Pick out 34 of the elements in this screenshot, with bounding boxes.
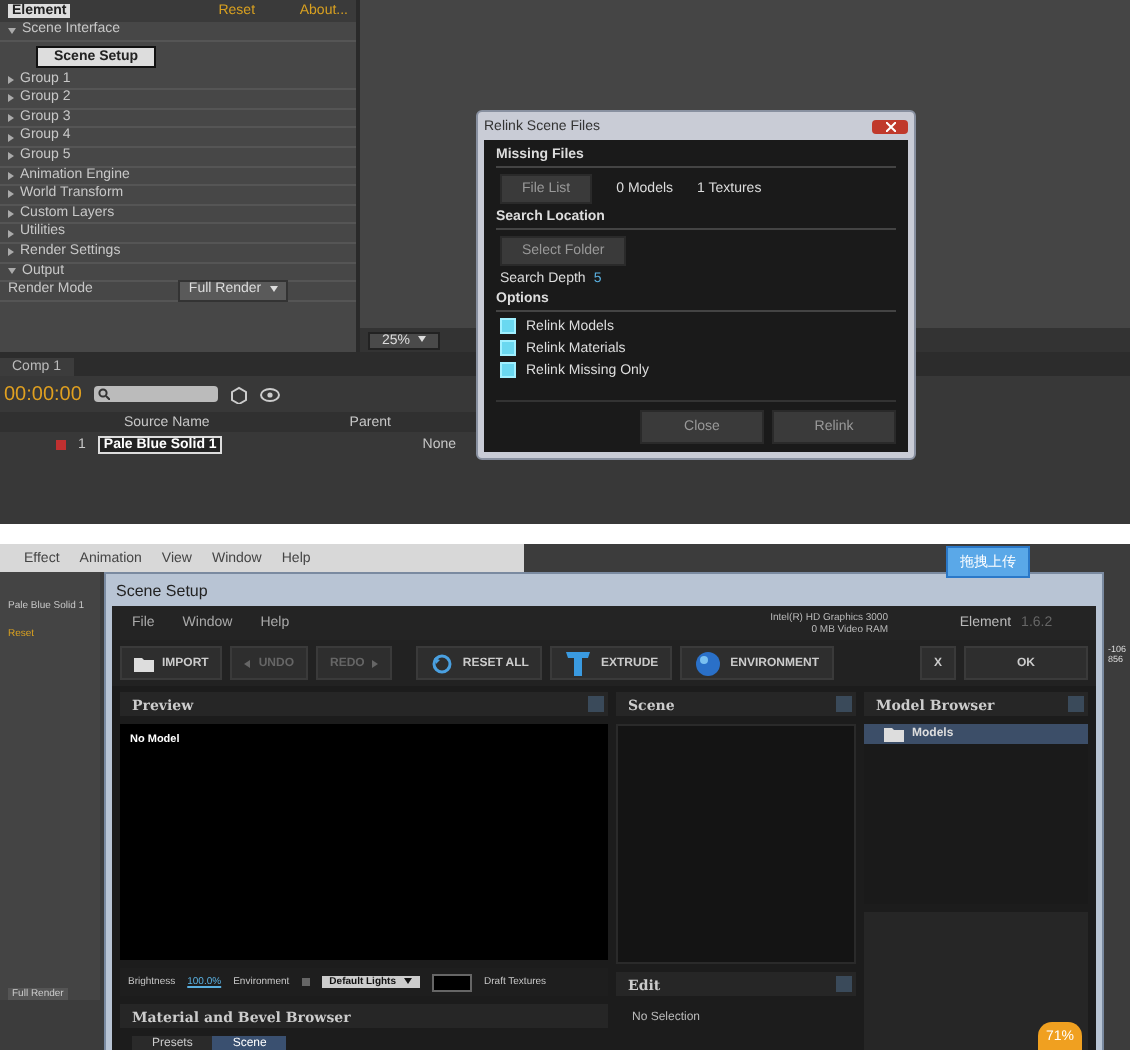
- disclosure-triangle-icon[interactable]: [8, 114, 14, 123]
- disclosure-triangle-icon[interactable]: [8, 229, 14, 238]
- globe-icon: [694, 649, 723, 678]
- timecode: 00:00:00: [4, 383, 82, 405]
- disclosure-triangle-icon[interactable]: [8, 190, 14, 199]
- checkbox[interactable]: [500, 318, 516, 334]
- chevron-right-icon: [372, 659, 379, 668]
- eye-icon[interactable]: [259, 387, 280, 401]
- search-field[interactable]: [93, 386, 218, 402]
- disclosure-triangle-icon[interactable]: [8, 94, 14, 103]
- caret-icon: [418, 336, 427, 343]
- disclosure-triangle-icon[interactable]: [8, 248, 14, 257]
- checkbox[interactable]: [500, 340, 516, 356]
- close-icon: [885, 121, 895, 131]
- window-title: Scene Setup: [116, 581, 208, 599]
- window-close-button[interactable]: [872, 119, 908, 133]
- disclosure-triangle-icon[interactable]: [8, 27, 16, 34]
- caret-icon: [404, 978, 413, 985]
- disclosure-triangle-icon[interactable]: [8, 171, 14, 180]
- caret-icon: [269, 285, 278, 292]
- disclosure-triangle-icon[interactable]: [8, 268, 16, 275]
- disclosure-triangle-icon[interactable]: [8, 75, 14, 84]
- disclosure-triangle-icon[interactable]: [8, 133, 14, 142]
- disclosure-triangle-icon[interactable]: [8, 152, 14, 161]
- color-swatch[interactable]: [432, 973, 473, 991]
- environment-toggle[interactable]: [301, 978, 310, 986]
- label-color-swatch[interactable]: [56, 439, 66, 449]
- checkbox[interactable]: [500, 362, 516, 378]
- folder-icon: [134, 655, 154, 672]
- search-icon: [97, 388, 110, 400]
- chevron-left-icon: [244, 659, 251, 668]
- extruded-letter-icon: [564, 649, 593, 678]
- disclosure-triangle-icon[interactable]: [8, 210, 14, 219]
- folder-icon: [884, 726, 904, 742]
